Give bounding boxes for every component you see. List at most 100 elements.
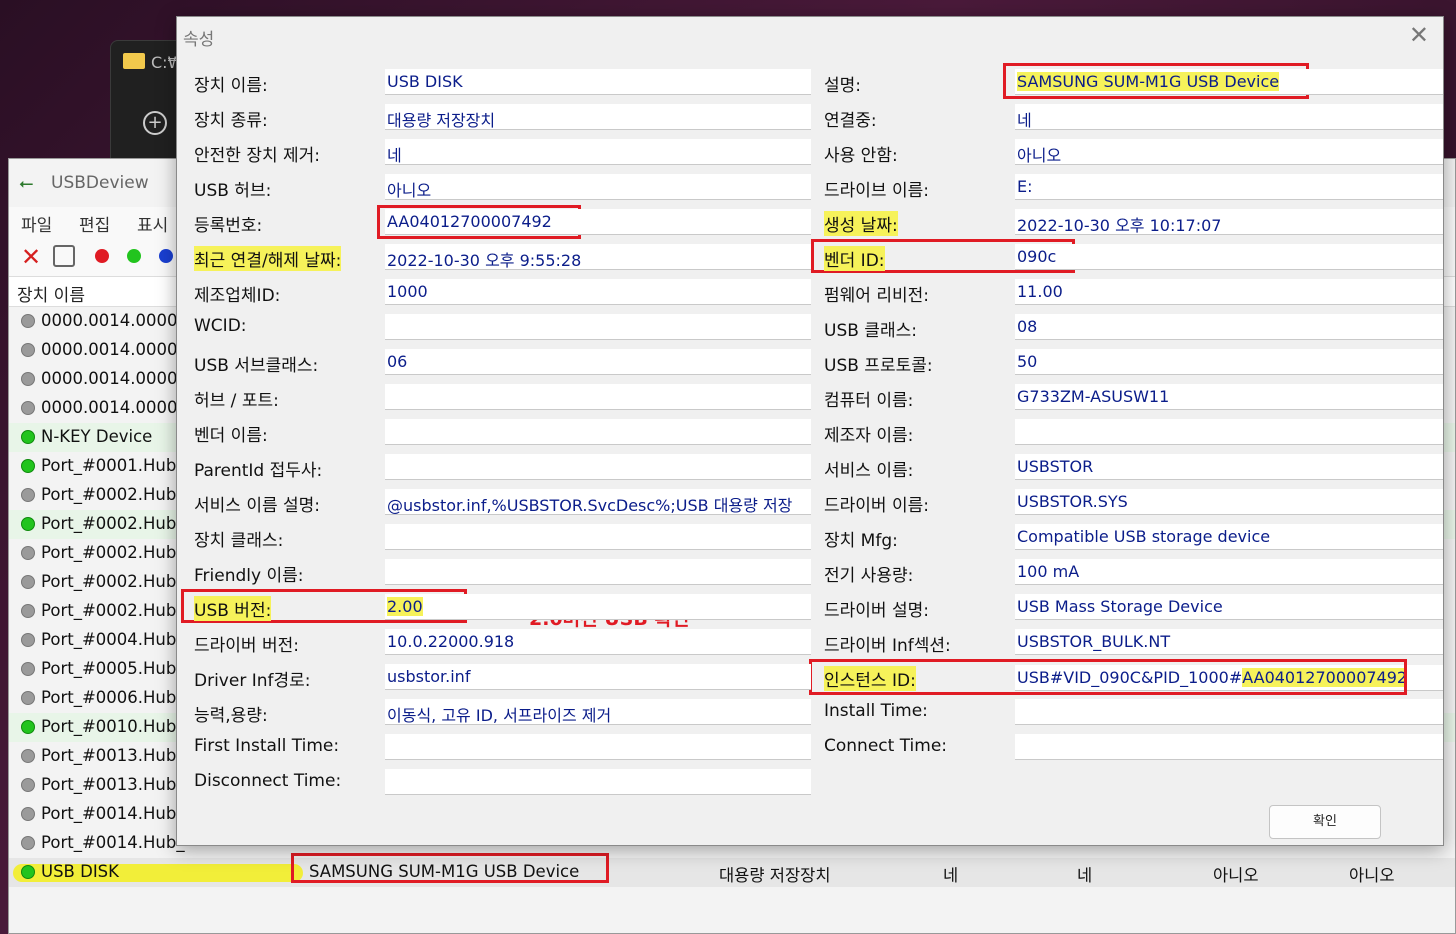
field-value[interactable]: 네 (385, 139, 811, 165)
field-label: First Install Time: (194, 736, 340, 756)
field-value-text: 이동식, 고유 ID, 서프라이즈 제거 (387, 706, 612, 725)
field-value[interactable]: 1000 (385, 279, 811, 305)
field-value-text: USB DISK (387, 72, 463, 91)
folder-icon (123, 53, 145, 69)
field-value-text: 1000 (387, 282, 428, 301)
field-value-text: SAMSUNG SUM-M1G USB Device (1017, 72, 1280, 91)
field-value[interactable] (385, 734, 811, 760)
field-value-text: usbstor.inf (387, 667, 471, 686)
menu-view[interactable]: 표시 (137, 211, 168, 236)
field-value[interactable] (385, 314, 811, 340)
new-tab-icon[interactable]: + (143, 111, 167, 135)
field-value[interactable]: 아니오 (385, 174, 811, 200)
field-value[interactable]: 100 mA (1015, 559, 1443, 585)
status-led-icon (21, 633, 35, 647)
properties-dialog: 속성 ✕ USB#VID_090C&PID_1000#AA04012700007… (176, 16, 1444, 846)
field-label: 컴퓨터 이름: (824, 391, 914, 411)
field-label: Disconnect Time: (194, 771, 342, 791)
field-value[interactable]: 2022-10-30 오후 9:55:28 (385, 244, 811, 270)
field-label: USB 프로토콜: (824, 356, 933, 376)
selected-row-usb-disk[interactable]: USB DISK SAMSUNG SUM-M1G USB Device 대용량 … (9, 858, 1455, 887)
field-value[interactable]: 06 (385, 349, 811, 375)
field-label: 등록번호: (194, 216, 263, 236)
field-value-text: USB Mass Storage Device (1017, 597, 1223, 616)
menu-file[interactable]: 파일 (21, 211, 52, 236)
field-value[interactable]: Compatible USB storage device (1015, 524, 1443, 550)
field-value[interactable]: E: (1015, 174, 1443, 200)
field-value[interactable]: 2.00 (385, 594, 811, 620)
status-led-icon (21, 459, 35, 473)
row-hub: 아니오 (1349, 866, 1395, 885)
field-value[interactable]: 네 (1015, 104, 1443, 130)
field-label: 제조업체ID: (194, 286, 281, 306)
menu-edit[interactable]: 편집 (79, 211, 110, 236)
field-value[interactable]: 090c (1015, 244, 1443, 270)
usbdeview-title: USBDeview (51, 173, 149, 193)
field-value[interactable]: 08 (1015, 314, 1443, 340)
field-value[interactable] (385, 384, 811, 410)
field-label: 최근 연결/해제 날짜: (194, 246, 342, 271)
status-led-icon (21, 720, 35, 734)
blue-dot-icon[interactable] (159, 249, 173, 263)
field-value[interactable]: AA04012700007492 (385, 209, 811, 235)
field-value-text: 네 (387, 146, 402, 165)
column-device-name[interactable]: 장치 이름 (17, 281, 85, 306)
field-value[interactable]: USBSTOR_BULK.NT (1015, 629, 1443, 655)
field-label: 펌웨어 리비전: (824, 286, 929, 306)
field-value[interactable] (385, 419, 811, 445)
field-label: 드라이버 Inf섹션: (824, 636, 951, 656)
field-value[interactable]: USB DISK (385, 69, 811, 95)
field-value[interactable] (385, 524, 811, 550)
ok-button[interactable]: 확인 (1269, 805, 1381, 839)
close-icon[interactable]: ✕ (1409, 21, 1429, 49)
field-value[interactable] (385, 454, 811, 480)
field-label: USB 클래스: (824, 321, 917, 341)
red-dot-icon[interactable] (95, 249, 109, 263)
field-value[interactable]: 11.00 (1015, 279, 1443, 305)
field-value[interactable]: USBSTOR (1015, 454, 1443, 480)
field-label: Connect Time: (824, 736, 948, 756)
field-label: 장치 클래스: (194, 531, 284, 551)
field-value[interactable] (1015, 734, 1443, 760)
field-label: ParentId 접두사: (194, 461, 323, 481)
status-led-icon (21, 691, 35, 705)
row-connected: 네 (943, 866, 959, 885)
dialog-title: 속성 (183, 30, 215, 50)
field-label: 장치 종류: (194, 111, 268, 131)
field-label: 허브 / 포트: (194, 391, 279, 411)
field-value[interactable] (385, 559, 811, 585)
field-value[interactable]: 10.0.22000.918 (385, 629, 811, 655)
field-label: 장치 이름: (194, 76, 268, 96)
field-value[interactable]: SAMSUNG SUM-M1G USB Device (1015, 69, 1443, 95)
field-value[interactable]: 50 (1015, 349, 1443, 375)
field-label: 능력,용량: (194, 706, 268, 726)
field-label: 전기 사용량: (824, 566, 914, 586)
recycle-icon[interactable] (53, 245, 75, 267)
field-value[interactable] (1015, 419, 1443, 445)
field-label: 드라이브 이름: (824, 181, 929, 201)
field-value-text: 50 (1017, 352, 1038, 371)
field-label: 설명: (824, 76, 862, 96)
field-label: USB 허브: (194, 181, 272, 201)
field-value[interactable]: 이동식, 고유 ID, 서프라이즈 제거 (385, 699, 811, 725)
field-value[interactable]: G733ZM-ASUSW11 (1015, 384, 1443, 410)
field-value[interactable]: @usbstor.inf,%USBSTOR.SvcDesc%;USB 대용량 저… (385, 489, 811, 515)
field-label: 벤더 이름: (194, 426, 268, 446)
row-disabled: 아니오 (1213, 866, 1259, 885)
field-value[interactable]: 2022-10-30 오후 10:17:07 (1015, 209, 1443, 235)
field-value[interactable] (1015, 699, 1443, 725)
status-led-icon (21, 430, 35, 444)
field-value[interactable]: usbstor.inf (385, 664, 811, 690)
field-value[interactable]: USBSTOR.SYS (1015, 489, 1443, 515)
green-dot-icon[interactable] (127, 249, 141, 263)
field-value[interactable]: USB Mass Storage Device (1015, 594, 1443, 620)
field-value[interactable]: 대용량 저장장치 (385, 104, 811, 130)
field-value-text: 08 (1017, 317, 1038, 336)
field-value[interactable]: 아니오 (1015, 139, 1443, 165)
field-label: 생성 날짜: (824, 211, 898, 236)
field-label: 드라이버 이름: (824, 496, 929, 516)
status-led-icon (21, 372, 35, 386)
field-value[interactable] (385, 769, 811, 795)
status-led-icon (21, 662, 35, 676)
delete-icon[interactable]: ✕ (21, 243, 41, 271)
